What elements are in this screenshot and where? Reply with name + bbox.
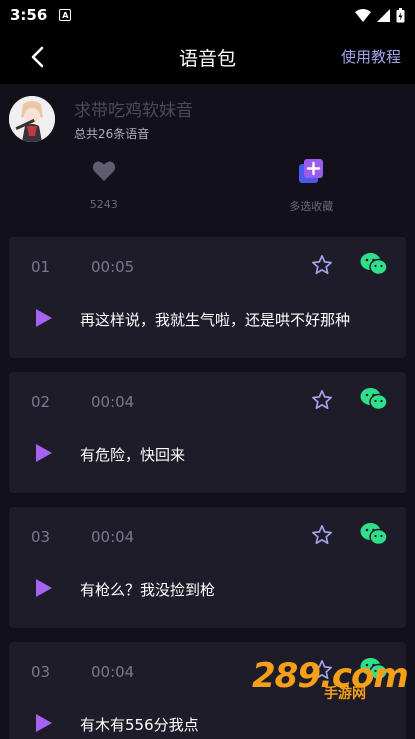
battery-icon [396,7,405,22]
wechat-share-icon[interactable] [360,387,388,411]
item-number: 03 [31,528,51,546]
tutorial-link[interactable]: 使用教程 [341,46,401,67]
title-bar: 语音包 使用教程 [0,30,415,84]
signal-icon [377,8,390,22]
item-text: 有枪么？我没捡到枪 [80,581,216,599]
back-arrow-icon[interactable] [26,45,50,69]
play-icon[interactable] [35,443,53,463]
item-number: 02 [31,393,51,411]
pack-count: 总共26条语音 [74,127,150,141]
wechat-share-icon[interactable] [360,252,388,276]
item-text: 有危险，快回来 [80,446,186,464]
status-time: 3:56 [10,6,48,24]
item-duration: 00:05 [91,258,135,276]
item-number: 03 [31,663,51,681]
play-icon[interactable] [35,308,53,328]
item-duration: 00:04 [91,528,135,546]
item-text: 再这样说，我就生气啦，还是哄不好那种 [80,311,351,329]
multi-select-add-icon [299,159,324,183]
star-icon[interactable] [311,524,333,546]
star-icon[interactable] [311,254,333,276]
status-right-icons [355,7,405,23]
voice-item: 03 00:04 有枪么？我没捡到枪 [9,507,406,628]
profile-section: 求带吃鸡软妹音 总共26条语音 [0,84,415,154]
notification-a-icon: A [59,9,72,21]
play-icon[interactable] [35,713,53,733]
multi-select-action[interactable]: 多选收藏 [208,154,415,220]
star-icon[interactable] [311,389,333,411]
like-count: 5243 [89,198,118,211]
heart-icon [92,161,115,181]
item-duration: 00:04 [91,663,135,681]
item-number: 01 [31,258,51,276]
wechat-share-icon[interactable] [360,522,388,546]
like-action[interactable]: 5243 [0,154,208,220]
item-duration: 00:04 [91,393,135,411]
watermark-sub: 手游网 [324,686,366,702]
play-icon[interactable] [35,578,53,598]
voice-item: 02 00:04 有危险，快回来 [9,372,406,493]
pack-name: 求带吃鸡软妹音 [74,101,193,121]
voice-item: 01 00:05 再这样说，我就生气啦，还是哄不好那种 [9,237,406,358]
wifi-icon [355,8,371,22]
avatar-illustration-icon [9,96,55,142]
multi-select-label: 多选收藏 [289,200,334,213]
actions-row: 5243 多选收藏 [0,154,415,220]
status-bar: 3:56 A [0,0,415,30]
avatar [9,96,55,142]
item-text: 有木有556分我点 [80,716,199,734]
